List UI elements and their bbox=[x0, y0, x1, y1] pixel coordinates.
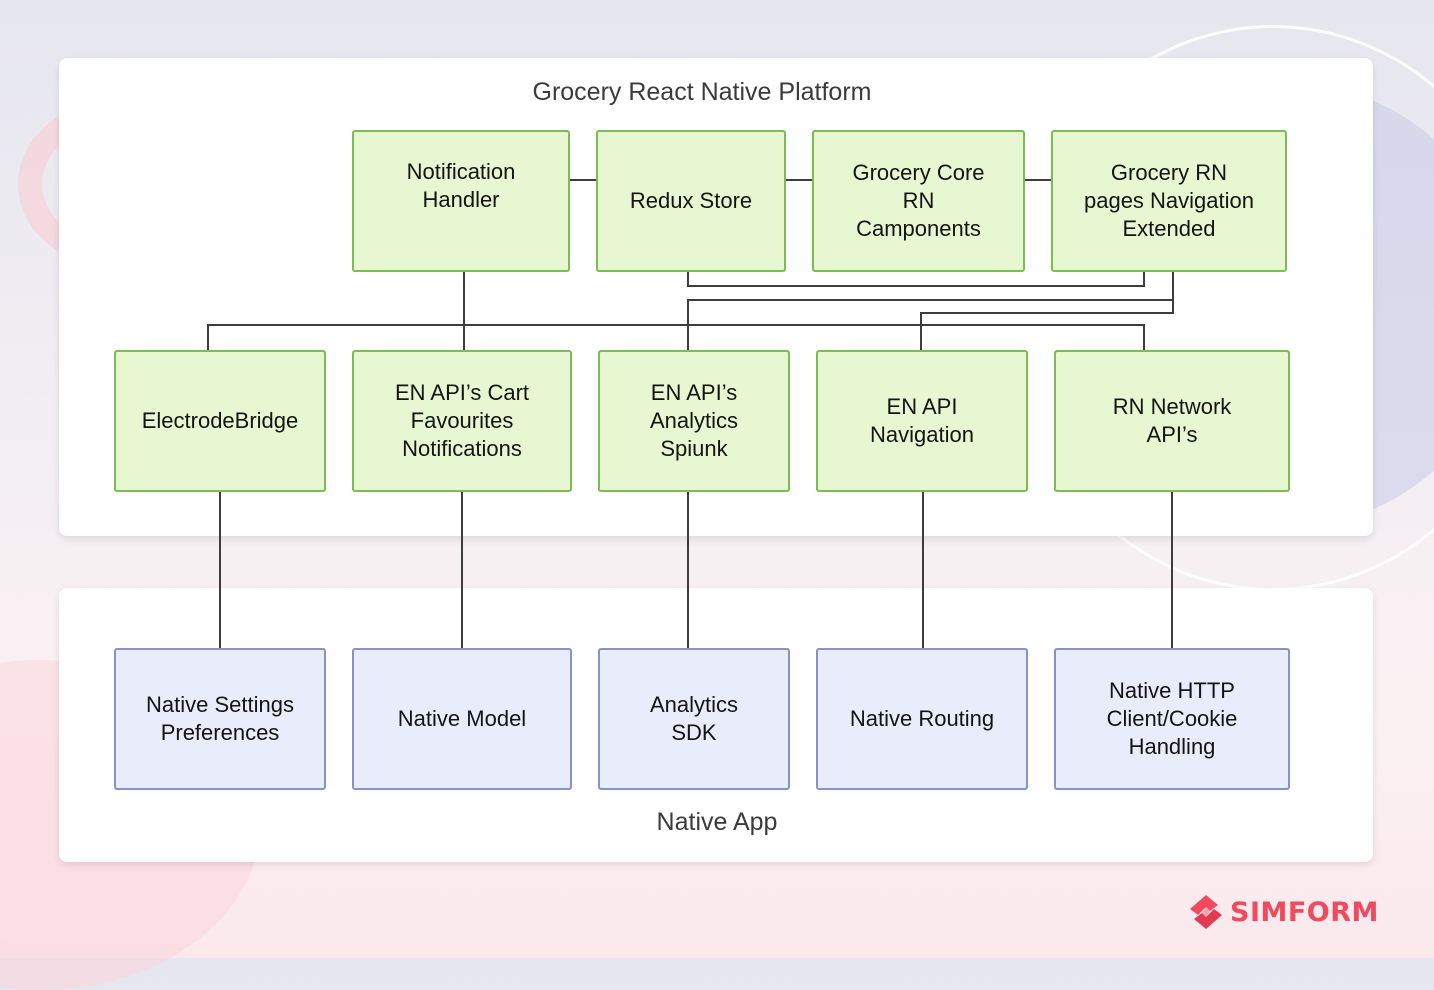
box-rn-network-apis[interactable]: RN Network API’s bbox=[1054, 350, 1290, 492]
box-label: Notification Handler bbox=[406, 159, 516, 212]
react-native-platform-title: Grocery React Native Platform bbox=[532, 78, 872, 106]
box-grocery-core-rn-components[interactable]: Grocery Core RN Camponents bbox=[812, 130, 1025, 272]
box-notification-handler[interactable]: Notification Handler bbox=[352, 130, 570, 272]
box-label: Grocery RN pages Navigation Extended bbox=[1083, 160, 1254, 241]
box-label: Native Model bbox=[397, 706, 527, 731]
simform-logo: SIMFORM bbox=[1188, 893, 1379, 931]
box-label: EN API’s Analytics Spiunk bbox=[649, 380, 739, 461]
box-native-model[interactable]: Native Model bbox=[352, 648, 572, 790]
box-label: Redux Store bbox=[629, 188, 753, 213]
box-en-api-navigation[interactable]: EN API Navigation bbox=[816, 350, 1028, 492]
box-label: Native Settings Preferences bbox=[146, 692, 294, 745]
box-electrode-bridge[interactable]: ElectrodeBridge bbox=[114, 350, 326, 492]
box-label: EN API’s Cart Favourites Notifications bbox=[394, 380, 530, 461]
box-native-routing[interactable]: Native Routing bbox=[816, 648, 1028, 790]
box-label: Native HTTP Client/Cookie Handling bbox=[1106, 678, 1238, 759]
box-en-api-analytics[interactable]: EN API’s Analytics Spiunk bbox=[598, 350, 790, 492]
box-label: Native Routing bbox=[849, 706, 995, 731]
simform-logo-icon bbox=[1190, 895, 1222, 929]
box-label: Grocery Core RN Camponents bbox=[852, 160, 985, 241]
box-label: Analytics SDK bbox=[649, 692, 739, 745]
box-native-http-client[interactable]: Native HTTP Client/Cookie Handling bbox=[1054, 648, 1290, 790]
box-grocery-rn-pages-navigation[interactable]: Grocery RN pages Navigation Extended bbox=[1051, 130, 1287, 272]
box-en-api-cart[interactable]: EN API’s Cart Favourites Notifications bbox=[352, 350, 572, 492]
simform-wordmark: SIMFORM bbox=[1230, 896, 1379, 928]
box-label: RN Network API’s bbox=[1112, 394, 1232, 447]
box-analytics-sdk[interactable]: Analytics SDK bbox=[598, 648, 790, 790]
box-native-settings[interactable]: Native Settings Preferences bbox=[114, 648, 326, 790]
box-label: EN API Navigation bbox=[870, 394, 974, 447]
native-app-title: Native App bbox=[656, 808, 778, 836]
box-redux-store[interactable]: Redux Store bbox=[596, 130, 786, 272]
box-label: ElectrodeBridge bbox=[141, 408, 299, 433]
